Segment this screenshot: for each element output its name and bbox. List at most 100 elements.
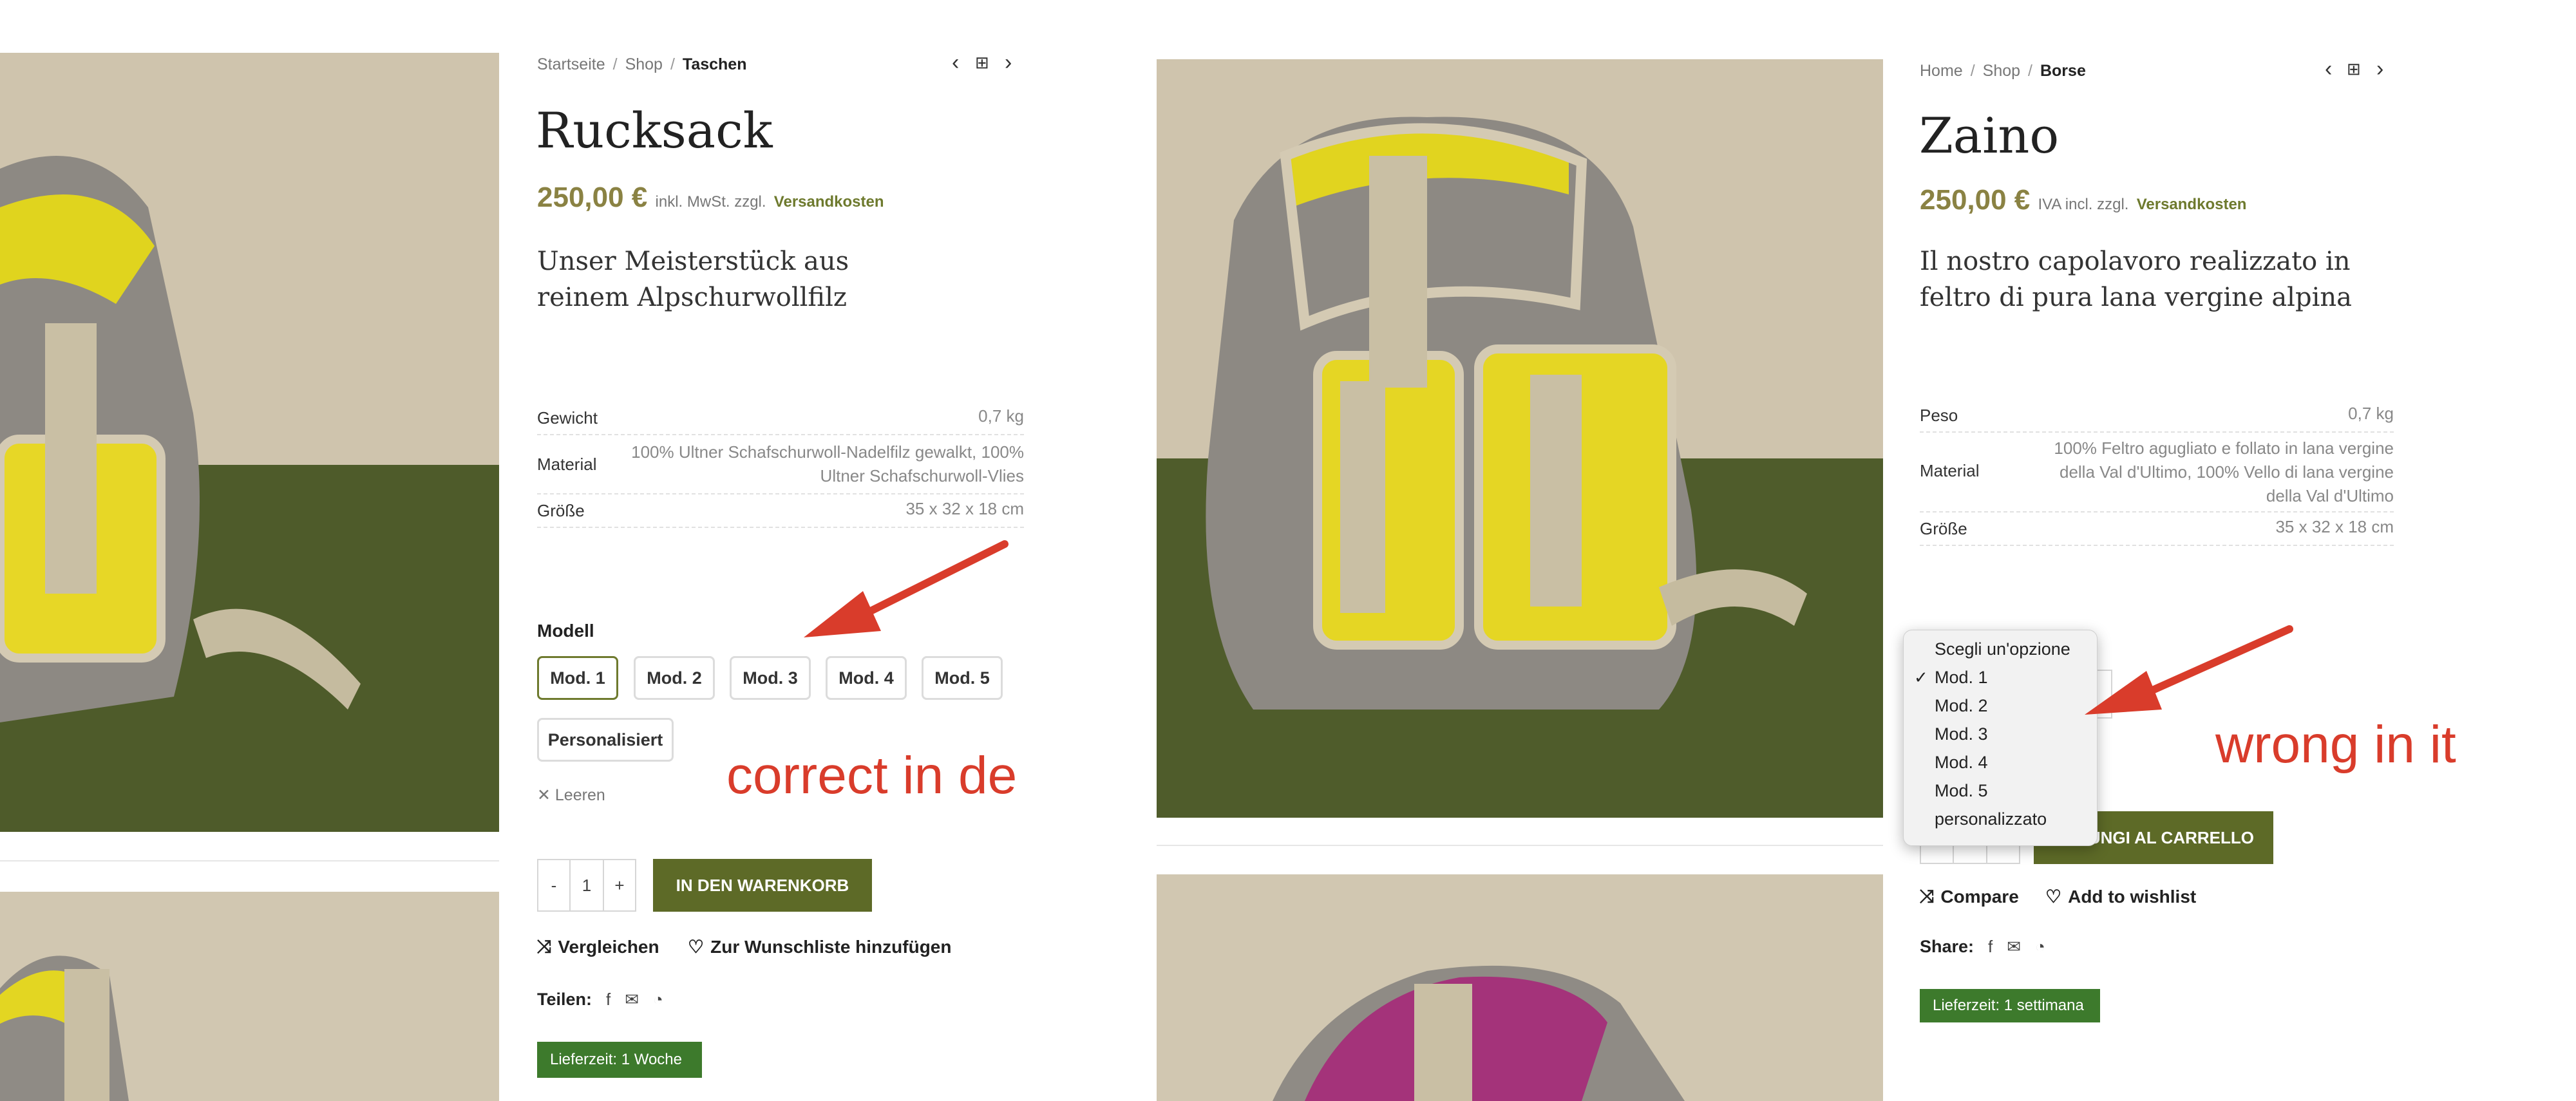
attribute-key: Größe: [537, 501, 585, 520]
product-image-left-main: [0, 53, 499, 832]
product-image-right-second: [1157, 874, 1883, 1101]
whatsapp-icon[interactable]: ◔: [653, 990, 663, 1010]
checkmark-icon: ✓: [1914, 668, 1928, 687]
annotation-note-right: wrong in it: [2215, 715, 2456, 774]
model-select-dropdown[interactable]: Scegli un'opzione ✓ Mod. 1 Mod. 2 Mod. 3…: [1903, 630, 2098, 846]
wishlist-label: Zur Wunschliste hinzufügen: [710, 936, 952, 957]
share-label: Share:: [1920, 937, 1975, 956]
quantity-stepper: - 1 +: [537, 859, 636, 912]
wishlist-link[interactable]: ♡ Add to wishlist: [2045, 886, 2196, 907]
tax-note: inkl. MwSt. zzgl.: [655, 193, 766, 211]
attribute-key: Material: [1920, 461, 1980, 480]
attribute-value: 100% Feltro agugliato e follato in lana …: [2054, 438, 2394, 505]
breadcrumb: Startseite / Shop / Taschen: [537, 55, 747, 73]
share-row: Share: f ✉ ◔: [1920, 937, 2045, 957]
mail-icon[interactable]: ✉: [625, 990, 639, 1010]
compare-link[interactable]: ⤨ Vergleichen: [537, 936, 659, 957]
facebook-icon[interactable]: f: [1988, 937, 1993, 957]
attribute-row-material: Material 100% Ultner Schafschurwoll-Nade…: [537, 439, 1024, 494]
shuffle-icon: ⤨: [1920, 886, 1935, 906]
product-title: Rucksack: [536, 102, 773, 159]
close-icon: ✕: [537, 786, 555, 804]
compare-label: Vergleichen: [558, 936, 659, 957]
dropdown-option-personalized[interactable]: personalizzato: [1935, 809, 2047, 829]
grid-icon[interactable]: ⊞: [975, 53, 989, 73]
mail-icon[interactable]: ✉: [2007, 937, 2021, 957]
clear-label: Leeren: [554, 786, 605, 804]
attribute-key: Größe: [1920, 519, 1967, 538]
share-row: Teilen: f ✉ ◔: [537, 990, 663, 1010]
annotation-note-left: correct in de: [726, 746, 1018, 805]
add-to-cart-label: IUNGI AL CARRELLO: [2083, 827, 2254, 847]
tax-note: IVA incl. zzgl.: [2038, 196, 2129, 213]
delivery-badge: Lieferzeit: 1 settimana: [1920, 989, 2100, 1022]
swatch-mod-1[interactable]: Mod. 1: [537, 656, 618, 700]
heart-icon: ♡: [2045, 887, 2062, 907]
price-amount: 250,00 €: [1920, 184, 2031, 216]
breadcrumb-home[interactable]: Startseite: [537, 55, 605, 73]
wishlist-link[interactable]: ♡ Zur Wunschliste hinzufügen: [688, 936, 951, 957]
delivery-badge: Lieferzeit: 1 Woche: [537, 1042, 702, 1078]
dropdown-option-mod-5[interactable]: Mod. 5: [1935, 781, 1988, 801]
divider: [0, 860, 499, 861]
product-image-right-main: [1157, 59, 1883, 818]
breadcrumb-home[interactable]: Home: [1920, 62, 1963, 80]
chevron-left-icon[interactable]: ‹: [2325, 57, 2332, 82]
attribute-value: 0,7 kg: [2348, 404, 2394, 423]
chevron-left-icon[interactable]: ‹: [952, 50, 959, 75]
variation-label: Modell: [537, 621, 594, 641]
shipping-link[interactable]: Versandkosten: [2137, 196, 2247, 213]
product-price: 250,00 € inkl. MwSt. zzgl. Versandkosten: [537, 182, 884, 214]
swatch-mod-4[interactable]: Mod. 4: [826, 656, 907, 700]
breadcrumb-shop[interactable]: Shop: [1983, 62, 2020, 80]
attribute-key: Material: [537, 455, 597, 474]
attribute-row-size: Größe 35 x 32 x 18 cm: [1920, 515, 2394, 546]
attribute-value: 35 x 32 x 18 cm: [905, 499, 1024, 518]
attribute-value: 100% Ultner Schafschurwoll-Nadelfilz gew…: [631, 442, 1024, 485]
quantity-minus-button[interactable]: -: [538, 860, 571, 910]
swatch-mod-5[interactable]: Mod. 5: [922, 656, 1003, 700]
divider: [1157, 845, 1883, 846]
swatch-mod-3[interactable]: Mod. 3: [730, 656, 811, 700]
quantity-plus-button[interactable]: +: [602, 860, 635, 910]
shipping-link[interactable]: Versandkosten: [774, 193, 884, 211]
wishlist-label: Add to wishlist: [2068, 886, 2197, 907]
whatsapp-icon[interactable]: ◔: [2035, 937, 2045, 957]
heart-icon: ♡: [688, 937, 705, 957]
product-title: Zaino: [1919, 107, 2060, 164]
shuffle-icon: ⤨: [537, 936, 552, 956]
attribute-key: Peso: [1920, 406, 1958, 425]
dropdown-option-mod-1[interactable]: Mod. 1: [1935, 668, 1988, 688]
breadcrumb: Home / Shop / Borse: [1920, 62, 2086, 80]
attribute-row-size: Größe 35 x 32 x 18 cm: [537, 497, 1024, 528]
breadcrumb-current: Borse: [2040, 62, 2086, 80]
share-label: Teilen:: [537, 990, 592, 1009]
attribute-value: 0,7 kg: [978, 406, 1024, 426]
product-description: Il nostro capolavoro realizzato in feltr…: [1920, 247, 2352, 312]
quantity-input[interactable]: 1: [571, 860, 603, 910]
product-image-left-second: [0, 892, 499, 1101]
attribute-row-material: Material 100% Feltro agugliato e follato…: [1920, 435, 2394, 513]
grid-icon[interactable]: ⊞: [2347, 59, 2361, 79]
breadcrumb-current: Taschen: [682, 55, 747, 73]
clear-selection-link[interactable]: ✕ Leeren: [537, 786, 605, 805]
attribute-key: Gewicht: [537, 408, 598, 428]
chevron-right-icon[interactable]: ›: [2376, 57, 2383, 82]
swatch-mod-2[interactable]: Mod. 2: [634, 656, 715, 700]
product-description: Unser Meisterstück aus reinem Alpschurwo…: [537, 247, 849, 312]
product-price: 250,00 € IVA incl. zzgl. Versandkosten: [1920, 184, 2246, 216]
swatch-personalized[interactable]: Personalisiert: [537, 718, 674, 762]
add-to-cart-button[interactable]: IN DEN WARENKORB: [653, 859, 872, 912]
dropdown-option-mod-4[interactable]: Mod. 4: [1935, 753, 1988, 773]
dropdown-option-placeholder[interactable]: Scegli un'opzione: [1935, 639, 2070, 659]
dropdown-option-mod-3[interactable]: Mod. 3: [1935, 724, 1988, 744]
dropdown-option-mod-2[interactable]: Mod. 2: [1935, 696, 1988, 716]
facebook-icon[interactable]: f: [606, 990, 611, 1010]
chevron-right-icon[interactable]: ›: [1005, 50, 1012, 75]
price-amount: 250,00 €: [537, 182, 648, 213]
annotation-arrow-left: [804, 540, 1009, 637]
compare-link[interactable]: ⤨ Compare: [1920, 886, 2019, 907]
breadcrumb-shop[interactable]: Shop: [625, 55, 663, 73]
attribute-row-weight: Gewicht 0,7 kg: [537, 404, 1024, 435]
annotation-arrow-right: [2085, 625, 2293, 715]
